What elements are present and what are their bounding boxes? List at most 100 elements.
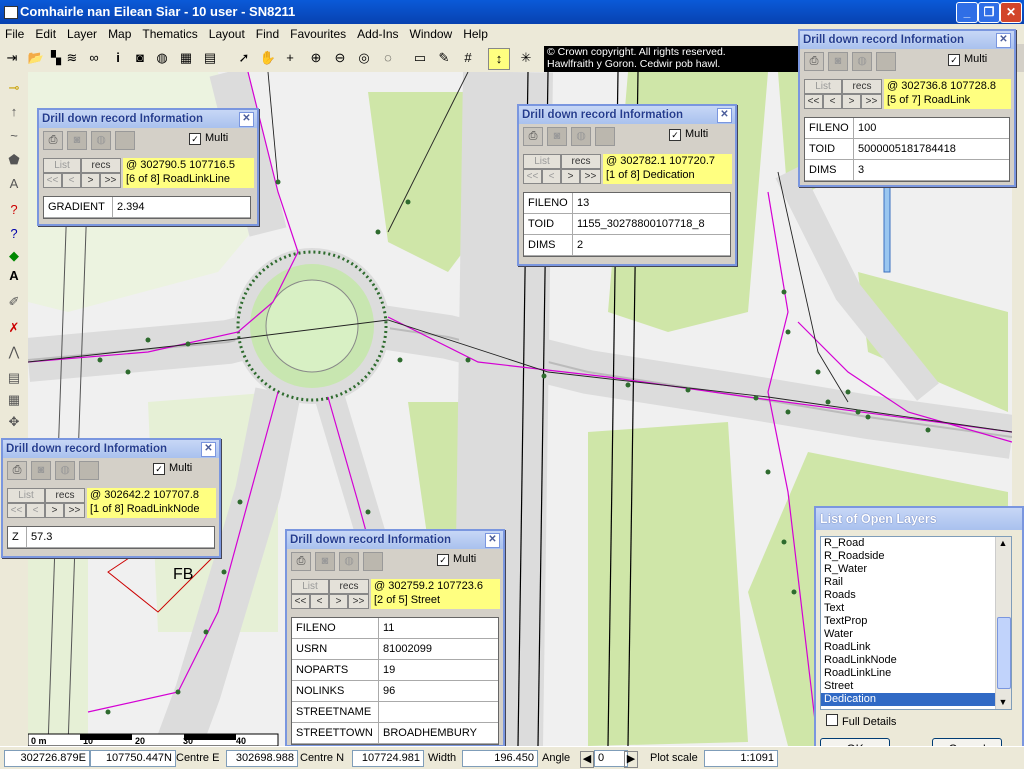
text-tool-icon[interactable]: A [4, 174, 24, 194]
panel-close-icon[interactable]: ✕ [717, 108, 732, 123]
camera-icon[interactable]: ◙ [315, 552, 335, 571]
list-item[interactable]: Water [821, 628, 1011, 641]
list-button[interactable]: List [43, 158, 81, 173]
query-tool-icon[interactable]: ? [4, 200, 24, 220]
list-item[interactable]: R_Road [821, 537, 1011, 550]
pointer-icon[interactable]: ➚ [234, 48, 254, 68]
label-tool-icon[interactable]: A [4, 266, 24, 286]
polygon-tool-icon[interactable]: ⬟ [4, 150, 24, 170]
blank-icon[interactable] [595, 127, 615, 146]
blank-icon[interactable] [876, 52, 896, 71]
menu-layer[interactable]: Layer [62, 24, 103, 41]
maximize-button[interactable]: ❐ [978, 2, 1000, 23]
next-record-button[interactable]: > [561, 169, 580, 184]
camera-icon[interactable]: ◙ [130, 48, 150, 68]
panel-title-bar[interactable]: Drill down record Information ✕ [3, 440, 219, 458]
prev-record-button[interactable]: < [62, 173, 81, 188]
list-item[interactable]: Roads [821, 589, 1011, 602]
first-record-button[interactable]: << [523, 169, 542, 184]
menu-find[interactable]: Find [251, 24, 285, 41]
last-record-button[interactable]: >> [100, 173, 121, 188]
camera-icon[interactable]: ◙ [67, 131, 87, 150]
panel-title-bar[interactable]: Drill down record Information ✕ [519, 106, 735, 124]
query-area-icon[interactable]: ◆ [4, 246, 24, 266]
last-record-button[interactable]: >> [64, 503, 85, 518]
blank-icon[interactable] [79, 461, 99, 480]
multi-checkbox[interactable]: ✓ Multi [669, 128, 708, 141]
width-field[interactable]: 196.450 [462, 750, 538, 767]
vertex-tool-icon[interactable]: ⋀ [4, 342, 24, 362]
list-item[interactable]: RoadLinkLine [821, 667, 1011, 680]
next-record-button[interactable]: > [842, 94, 861, 109]
zoom-extent-icon[interactable]: ◎ [354, 48, 374, 68]
blank-icon[interactable] [363, 552, 383, 571]
binoculars-icon[interactable]: ∞ [84, 48, 104, 68]
prev-record-button[interactable]: < [26, 503, 45, 518]
centre-n-field[interactable]: 107724.981 [352, 750, 424, 767]
list-item-selected[interactable]: Dedication [821, 693, 1011, 706]
menu-help[interactable]: Help [458, 24, 494, 41]
close-button[interactable]: ✕ [1000, 2, 1022, 23]
globe-icon[interactable]: ◍ [852, 52, 872, 71]
list-button[interactable]: List [523, 154, 561, 169]
angle-increase-icon[interactable]: ▶ [624, 751, 638, 768]
pan-tool-icon[interactable]: ✥ [4, 412, 24, 432]
list-item[interactable]: Text [821, 602, 1011, 615]
menu-thematics[interactable]: Thematics [137, 24, 203, 41]
list-button[interactable]: List [7, 488, 45, 503]
pan-hand-icon[interactable]: ✋ [258, 48, 278, 68]
snap-icon[interactable]: ✳ [516, 48, 536, 68]
next-record-button[interactable]: > [329, 594, 348, 609]
dialog-title[interactable]: List of Open Layers [816, 508, 1022, 530]
select-line-icon[interactable]: ⊸ [4, 78, 24, 98]
info-icon[interactable]: i [108, 48, 128, 68]
list-item[interactable]: R_Water [821, 563, 1011, 576]
grid-tool-icon[interactable]: ▦ [4, 390, 24, 410]
globe-icon[interactable]: ◍ [571, 127, 591, 146]
menu-file[interactable]: File [0, 24, 30, 41]
prev-record-button[interactable]: < [823, 94, 842, 109]
panel-title-bar[interactable]: Drill down record Information ✕ [287, 531, 503, 549]
prev-record-button[interactable]: < [310, 594, 329, 609]
globe-icon[interactable]: ◍ [152, 48, 172, 68]
list-item[interactable]: R_Roadside [821, 550, 1011, 563]
panel-close-icon[interactable]: ✕ [239, 112, 254, 127]
recs-button[interactable]: recs [561, 154, 601, 169]
scroll-down-icon[interactable]: ▼ [997, 696, 1009, 709]
menu-favourites[interactable]: Favourites [285, 24, 352, 41]
centre-e-field[interactable]: 302698.988 [226, 750, 298, 767]
scroll-up-icon[interactable]: ▲ [997, 537, 1009, 550]
panel-title-bar[interactable]: Drill down record Information ✕ [800, 31, 1014, 49]
layout-icon[interactable]: ▦ [176, 48, 196, 68]
exit-icon[interactable]: ⇥ [2, 48, 22, 68]
globe-icon[interactable]: ◍ [91, 131, 111, 150]
last-record-button[interactable]: >> [348, 594, 369, 609]
angle-decrease-icon[interactable]: ◀ [580, 751, 594, 768]
query-line-icon[interactable]: ? [4, 224, 24, 244]
arrow-tool-icon[interactable]: ↑ [4, 102, 24, 122]
next-record-button[interactable]: > [81, 173, 100, 188]
panel-close-icon[interactable]: ✕ [201, 442, 216, 457]
zoom-in-icon[interactable]: ⊕ [306, 48, 326, 68]
multi-checkbox[interactable]: ✓ Multi [189, 132, 228, 145]
menu-add-ins[interactable]: Add-Ins [352, 24, 404, 41]
multi-checkbox[interactable]: ✓ Multi [948, 53, 987, 66]
list-item[interactable]: RoadLinkNode [821, 654, 1011, 667]
camera-icon[interactable]: ◙ [828, 52, 848, 71]
angle-field[interactable]: 0 [594, 750, 628, 767]
layers-stack-icon[interactable]: ≋ [62, 48, 82, 68]
print-icon[interactable]: ▤ [200, 48, 220, 68]
multi-checkbox[interactable]: ✓ Multi [153, 462, 192, 475]
full-details-checkbox[interactable]: Full Details [826, 714, 896, 728]
north-arrow-icon[interactable]: ↕ [488, 48, 510, 70]
recs-button[interactable]: recs [45, 488, 85, 503]
list-item[interactable]: RoadLink [821, 641, 1011, 654]
camera-icon[interactable]: ◙ [547, 127, 567, 146]
table-tool-icon[interactable]: ▤ [4, 368, 24, 388]
scale-icon[interactable]: ▭ [410, 48, 430, 68]
measure-icon[interactable]: ✎ [434, 48, 454, 68]
menu-window[interactable]: Window [405, 24, 459, 41]
crosshair-icon[interactable]: + [280, 48, 300, 68]
last-record-button[interactable]: >> [580, 169, 601, 184]
first-record-button[interactable]: << [43, 173, 62, 188]
